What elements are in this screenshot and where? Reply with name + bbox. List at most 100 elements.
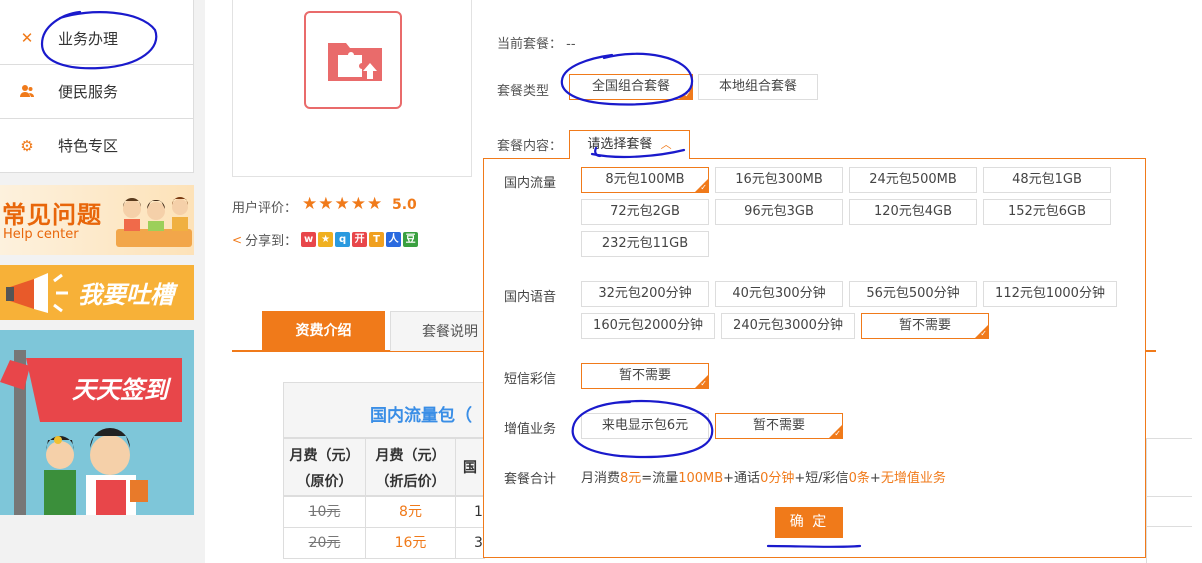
voice-option[interactable]: 160元包2000分钟 [581, 313, 715, 339]
summary-price: 8元 [620, 471, 642, 486]
confirm-button[interactable]: 确 定 [775, 507, 843, 538]
current-plan-label: 当前套餐： [497, 37, 563, 52]
summary-vas: 无增值业务 [880, 471, 946, 486]
complain-title: 我要吐槽 [78, 281, 174, 309]
sidebar-item-business[interactable]: ✕ 业务办理 [0, 0, 193, 65]
table-cell: 16元 [365, 527, 456, 559]
current-plan-value: -- [566, 37, 576, 52]
table-title: 国内流量包（ [370, 406, 472, 426]
plan-select-dropdown[interactable]: 请选择套餐 ︿ [569, 130, 690, 159]
header-line: （折后价） [375, 474, 446, 490]
kaixin-icon[interactable]: 开 [352, 232, 368, 247]
sign-in-illustration [0, 350, 182, 515]
voice-option[interactable]: 240元包3000分钟 [721, 313, 855, 339]
vas-row-label: 增值业务 [504, 422, 557, 437]
table-header-disc: 月费（元） （折后价） [365, 438, 456, 496]
data-option[interactable]: 16元包300MB [715, 167, 843, 193]
complain-banner[interactable]: 我要吐槽 [0, 265, 194, 320]
summary-text: =流量 [641, 471, 679, 486]
table-cell: 3 [455, 527, 485, 559]
total-row-label: 套餐合计 [504, 472, 557, 487]
people-icon [18, 83, 36, 101]
share-label: 分享到： [245, 234, 298, 249]
table-cell: 1 [455, 496, 485, 528]
data-option[interactable]: 120元包4GB [849, 199, 977, 225]
douban-icon[interactable]: 豆 [403, 232, 419, 247]
table-grid-line [1146, 496, 1192, 527]
header-line: （原价） [296, 474, 353, 490]
voice-row-label: 国内语音 [504, 290, 557, 305]
sidebar-menu: ✕ 业务办理 便民服务 ⚙ 特色专区 [0, 0, 194, 173]
sidebar-item-label: 特色专区 [58, 137, 119, 155]
sms-option-none[interactable]: 暂不需要 [581, 363, 709, 389]
qzone-icon[interactable]: ★ [318, 232, 334, 247]
share-row: < 分享到： w ★ q 开 T 人 豆 [232, 230, 420, 249]
data-option[interactable]: 96元包3GB [715, 199, 843, 225]
table-cell: 10元 [283, 496, 366, 528]
megaphone-icon [6, 273, 68, 313]
rating-stars: ★★★★★ [302, 194, 384, 214]
plan-type-national[interactable]: 全国组合套餐 [569, 74, 693, 100]
data-option[interactable]: 48元包1GB [983, 167, 1111, 193]
plan-type-label: 套餐类型 [497, 84, 550, 99]
tianya-icon[interactable]: T [369, 232, 385, 247]
voice-option[interactable]: 40元包300分钟 [715, 281, 843, 307]
data-option[interactable]: 232元包11GB [581, 231, 709, 257]
data-option[interactable]: 72元包2GB [581, 199, 709, 225]
data-option[interactable]: 8元包100MB [581, 167, 709, 193]
voice-option[interactable]: 112元包1000分钟 [983, 281, 1117, 307]
data-row-label: 国内流量 [504, 176, 557, 191]
summary-voice: 0分钟 [760, 471, 795, 486]
table-cell: 20元 [283, 527, 366, 559]
table-cell: 8元 [365, 496, 456, 528]
share-icons: w ★ q 开 T 人 豆 [301, 232, 420, 247]
product-tile [304, 11, 402, 109]
plan-type-local[interactable]: 本地组合套餐 [698, 74, 818, 100]
sidebar-item-featured[interactable]: ⚙ 特色专区 [0, 119, 193, 173]
rating-label: 用户评价： [232, 201, 298, 216]
summary-text: + [869, 471, 881, 486]
summary-text: +短/彩信 [794, 471, 849, 486]
header-line: 月费（元） [289, 448, 360, 464]
summary-sms: 0条 [848, 471, 870, 486]
voice-option-none[interactable]: 暂不需要 [861, 313, 989, 339]
vas-option-none[interactable]: 暂不需要 [715, 413, 843, 439]
summary-data: 100MB [678, 471, 724, 486]
sidebar-item-label: 便民服务 [58, 83, 119, 101]
plan-total-summary: 月消费8元=流量100MB+通话0分钟+短/彩信0条+无增值业务 [581, 467, 946, 486]
plan-select-label: 请选择套餐 [587, 137, 653, 152]
data-option[interactable]: 152元包6GB [983, 199, 1111, 225]
header-line: 国 [463, 460, 477, 476]
sms-row-label: 短信彩信 [504, 372, 557, 387]
tools-icon: ✕ [20, 29, 34, 47]
gear-icon: ⚙ [20, 136, 34, 155]
product-image-box [232, 0, 472, 177]
chevron-up-icon: ︿ [660, 138, 672, 151]
sign-in-banner[interactable]: 天天签到 [0, 330, 194, 515]
summary-text: +通话 [723, 471, 761, 486]
voice-option[interactable]: 32元包200分钟 [581, 281, 709, 307]
summary-text: 月消费 [581, 471, 621, 486]
data-option[interactable]: 24元包500MB [849, 167, 977, 193]
renren-icon[interactable]: 人 [386, 232, 402, 247]
vas-option-caller-id[interactable]: 来电显示包6元 [581, 413, 709, 439]
voice-option[interactable]: 56元包500分钟 [849, 281, 977, 307]
tencent-weibo-icon[interactable]: q [335, 232, 351, 247]
table-header-3: 国 [455, 438, 485, 496]
faq-subtitle: Help center [3, 227, 79, 242]
plan-content-label: 套餐内容： [497, 139, 563, 154]
faq-title: 常见问题 [2, 201, 102, 229]
tab-fee-intro[interactable]: 资费介绍 [262, 311, 385, 351]
sidebar-item-label: 业务办理 [58, 29, 119, 48]
sign-in-title: 天天签到 [72, 376, 168, 404]
puzzle-folder-icon [328, 43, 382, 81]
sidebar-item-services[interactable]: 便民服务 [0, 65, 193, 119]
table-header-orig: 月费（元） （原价） [283, 438, 366, 496]
weibo-icon[interactable]: w [301, 232, 317, 247]
students-illustration [116, 197, 192, 247]
rating-score: 5.0 [392, 197, 417, 213]
current-plan: 当前套餐： -- [497, 33, 576, 52]
header-line: 月费（元） [375, 448, 446, 464]
faq-banner[interactable]: 常见问题 Help center [0, 185, 194, 255]
share-icon: < [232, 232, 243, 247]
